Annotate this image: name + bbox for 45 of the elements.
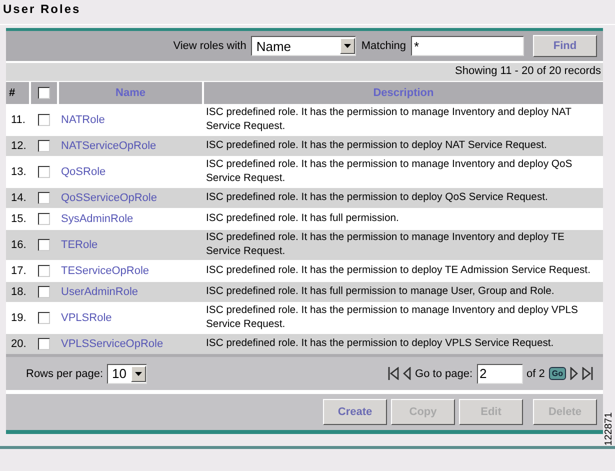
page-count: of 2 (526, 368, 545, 380)
checkbox[interactable] (38, 239, 50, 252)
page-title: User Roles (3, 2, 81, 16)
filter-label: View roles with (173, 40, 246, 52)
field-dropdown[interactable]: Name (251, 36, 356, 56)
checkbox[interactable] (38, 114, 50, 126)
checkbox[interactable] (38, 87, 50, 100)
column-header: Name (58, 82, 203, 104)
checkbox[interactable] (38, 312, 50, 324)
role-link[interactable]: VPLSRole (61, 312, 112, 324)
role-link[interactable]: UserAdminRole (61, 286, 138, 298)
role-link[interactable]: QoSRole (61, 166, 106, 178)
last-page-icon[interactable] (582, 367, 593, 380)
figure-number: 122871 (604, 412, 614, 446)
checkbox[interactable] (38, 213, 50, 226)
checkbox[interactable] (38, 286, 50, 298)
go-button[interactable]: Go (548, 367, 566, 380)
column-header: Description (203, 82, 603, 104)
checkbox[interactable] (38, 265, 50, 278)
role-link[interactable]: QoSServiceOpRole (61, 192, 157, 204)
first-page-icon[interactable] (388, 367, 400, 380)
go-to-page-label: Go to page: (415, 368, 473, 380)
checkbox[interactable] (38, 140, 50, 152)
next-page-icon[interactable] (570, 367, 578, 380)
role-link[interactable]: NATServiceOpRole (61, 140, 156, 152)
checkbox[interactable] (38, 192, 50, 204)
matching-field[interactable]: * (411, 36, 524, 56)
find-button[interactable]: Find (533, 35, 597, 57)
checkbox[interactable] (38, 166, 50, 178)
role-link[interactable]: SysAdminRole (61, 213, 134, 225)
checkbox[interactable] (38, 338, 50, 350)
action-button[interactable]: Create (323, 399, 387, 425)
caret-icon[interactable] (134, 372, 142, 376)
role-link[interactable]: TEServiceOpRole (61, 265, 150, 277)
matching-label: Matching (361, 40, 406, 52)
role-link[interactable]: TERole (61, 239, 98, 251)
caret-icon[interactable] (344, 44, 352, 48)
previous-page-icon[interactable] (403, 367, 412, 380)
role-link[interactable]: VPLSServiceOpRole (61, 338, 164, 350)
column-header: # (6, 82, 30, 104)
page-field[interactable]: 2 (476, 364, 523, 384)
rows-per-page-dropdown[interactable]: 10 (107, 364, 147, 384)
rows-per-page-label: Rows per page: (26, 368, 104, 380)
role-link[interactable]: NATRole (61, 114, 105, 126)
record-count: Showing 11 - 20 of 20 records (455, 65, 601, 77)
